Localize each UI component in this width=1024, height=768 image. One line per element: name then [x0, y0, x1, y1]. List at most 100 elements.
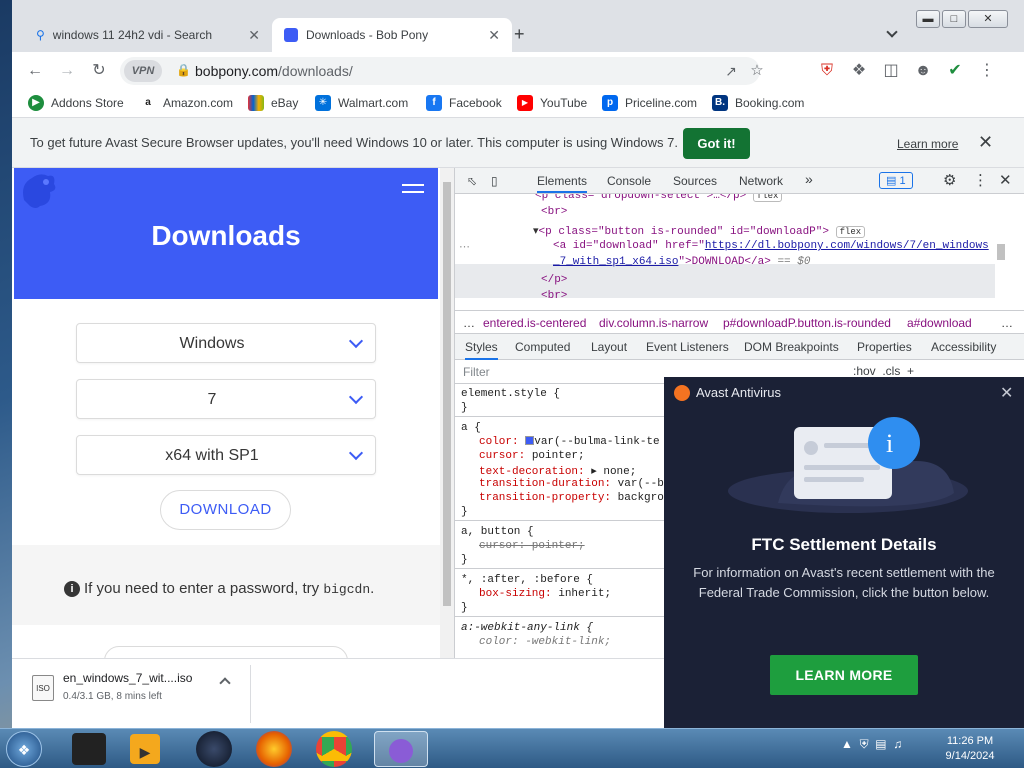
defender-icon[interactable]: ⛨: [860, 737, 869, 751]
crumb[interactable]: entered.is-centered: [483, 316, 586, 330]
edition-select[interactable]: x64 with SP1: [76, 435, 376, 475]
partial-button[interactable]: [104, 646, 348, 658]
tab-downloads[interactable]: Downloads - Bob Pony ✕: [272, 18, 512, 52]
css-property[interactable]: color: -webkit-link;: [479, 636, 611, 648]
clock[interactable]: 11:26 PM 9/14/2024: [942, 734, 998, 764]
flex-badge[interactable]: flex: [835, 226, 866, 238]
address-bar[interactable]: VPN 🔒 bobpony.com/downloads/ ↗ ☆: [120, 57, 764, 85]
forward-icon[interactable]: →: [56, 60, 78, 82]
start-button[interactable]: ❖: [6, 731, 42, 767]
issues-badge[interactable]: ▤ 1: [879, 172, 913, 189]
network-icon[interactable]: ▤: [875, 737, 886, 751]
css-selector[interactable]: *, :after, :before {: [461, 574, 593, 586]
download-button[interactable]: DOWNLOAD: [160, 490, 291, 530]
tab-accessibility[interactable]: Accessibility: [931, 340, 996, 354]
profile-icon[interactable]: ☻: [912, 60, 934, 82]
css-property[interactable]: transition-duration: var(--b: [479, 478, 664, 490]
css-selector[interactable]: a {: [461, 422, 481, 434]
crumb[interactable]: p#downloadP.button.is-rounded: [723, 316, 891, 330]
tray-expand-icon[interactable]: ▲: [841, 737, 853, 751]
tab-console[interactable]: Console: [607, 174, 651, 188]
globe-app-icon[interactable]: [196, 731, 232, 767]
scrollbar-thumb[interactable]: [443, 182, 451, 606]
hamburger-menu-icon[interactable]: [402, 184, 424, 198]
css-selector[interactable]: a, button {: [461, 526, 534, 538]
dom-line-selected-cont[interactable]: _7_with_sp1_x64.iso">DOWNLOAD</a> == $0: [553, 256, 810, 268]
new-tab-button[interactable]: +: [514, 24, 525, 45]
back-icon[interactable]: ←: [24, 60, 46, 82]
close-tab-icon[interactable]: ✕: [488, 27, 500, 44]
crumb[interactable]: a#download: [907, 316, 972, 330]
chevron-up-icon[interactable]: [219, 677, 231, 689]
flex-badge[interactable]: flex: [752, 194, 783, 202]
crumb-more[interactable]: …: [463, 316, 475, 330]
tab-network[interactable]: Network: [739, 174, 783, 188]
bookmark-star-icon[interactable]: ☆: [746, 60, 768, 82]
css-property[interactable]: color: var(--bulma-link-te: [479, 436, 660, 448]
bookmark-booking[interactable]: B. Booking.com: [712, 95, 804, 111]
extensions-icon[interactable]: ❖: [848, 60, 870, 82]
dom-line[interactable]: <p class="dropdown-select">…</p> flex: [535, 194, 783, 202]
filter-tools[interactable]: :hov .cls +: [853, 364, 914, 378]
tab-event-listeners[interactable]: Event Listeners: [646, 340, 729, 354]
color-swatch-icon[interactable]: [525, 436, 535, 445]
media-player-icon[interactable]: ▶: [130, 734, 160, 764]
learn-more-button[interactable]: LEARN MORE: [770, 655, 918, 695]
crumb[interactable]: div.column.is-narrow: [599, 316, 708, 330]
close-icon[interactable]: ✕: [1000, 383, 1013, 403]
download-url-link[interactable]: https://dl.bobpony.com/windows/7/en_wind…: [705, 240, 989, 252]
menu-icon[interactable]: ⋮: [976, 60, 998, 82]
bookmark-youtube[interactable]: ▶ YouTube: [517, 95, 587, 111]
firefox-icon[interactable]: [256, 731, 292, 767]
os-select[interactable]: Windows: [76, 323, 376, 363]
css-property[interactable]: transition-property: backgro: [479, 492, 664, 504]
lock-icon[interactable]: 🔒: [176, 63, 191, 77]
tab-elements[interactable]: Elements: [537, 174, 588, 193]
tab-sources[interactable]: Sources: [673, 174, 717, 188]
dom-line[interactable]: </p>: [541, 274, 567, 286]
node-ellipsis-icon[interactable]: ⋯: [459, 240, 470, 254]
devtools-menu-icon[interactable]: ⋮: [973, 171, 988, 189]
bookmark-amazon[interactable]: a Amazon.com: [140, 95, 233, 111]
chrome-icon[interactable]: [316, 731, 352, 767]
security-shield-icon[interactable]: ✔: [944, 60, 966, 82]
bookmark-ebay[interactable]: eBay: [248, 95, 298, 111]
device-toggle-icon[interactable]: ▯: [491, 174, 498, 188]
version-select[interactable]: 7: [76, 379, 376, 419]
crumb-more[interactable]: …: [1001, 316, 1013, 330]
reload-icon[interactable]: ↻: [88, 60, 110, 82]
terminal-icon[interactable]: [72, 733, 106, 765]
page-scrollbar[interactable]: [440, 168, 454, 658]
dom-line[interactable]: <br>: [541, 206, 567, 218]
more-tabs-icon[interactable]: »: [805, 171, 813, 187]
maximize-button[interactable]: □: [942, 10, 966, 28]
dom-line-selected[interactable]: <a id="download" href="https://dl.bobpon…: [553, 240, 989, 252]
close-devtools-icon[interactable]: ✕: [999, 171, 1012, 189]
sidebar-icon[interactable]: ◫: [880, 60, 902, 82]
volume-icon[interactable]: ♫: [893, 737, 902, 751]
close-icon[interactable]: ✕: [978, 132, 993, 153]
close-tab-icon[interactable]: ✕: [248, 27, 260, 44]
tab-styles[interactable]: Styles: [465, 340, 498, 360]
avast-browser-taskbar-button[interactable]: [374, 731, 428, 767]
tab-search-chevron-icon[interactable]: [886, 26, 898, 38]
download-filename[interactable]: en_windows_7_wit....iso: [63, 671, 192, 685]
close-window-button[interactable]: ✕: [968, 10, 1008, 28]
share-icon[interactable]: ↗: [720, 60, 742, 82]
bookmark-facebook[interactable]: f Facebook: [426, 95, 502, 111]
css-property[interactable]: text-decoration: ▸ none;: [479, 464, 636, 478]
dom-scrollbar[interactable]: [995, 194, 1009, 306]
css-selector[interactable]: a:-webkit-any-link {: [461, 622, 593, 634]
tab-search[interactable]: ⚲ windows 11 24h2 vdi - Search ✕: [24, 18, 272, 52]
tab-computed[interactable]: Computed: [515, 340, 570, 354]
dom-line[interactable]: <br>: [541, 290, 567, 302]
scrollbar-thumb[interactable]: [997, 244, 1005, 260]
adblock-shield-icon[interactable]: ⛨: [816, 60, 838, 82]
css-property[interactable]: box-sizing: inherit;: [479, 588, 611, 600]
css-selector[interactable]: element.style {: [461, 388, 560, 400]
tab-dom-breakpoints[interactable]: DOM Breakpoints: [744, 340, 839, 354]
minimize-button[interactable]: ▬: [916, 10, 940, 28]
tab-layout[interactable]: Layout: [591, 340, 627, 354]
dom-line[interactable]: ▾<p class="button is-rounded" id="downlo…: [533, 224, 866, 238]
bookmark-priceline[interactable]: p Priceline.com: [602, 95, 697, 111]
